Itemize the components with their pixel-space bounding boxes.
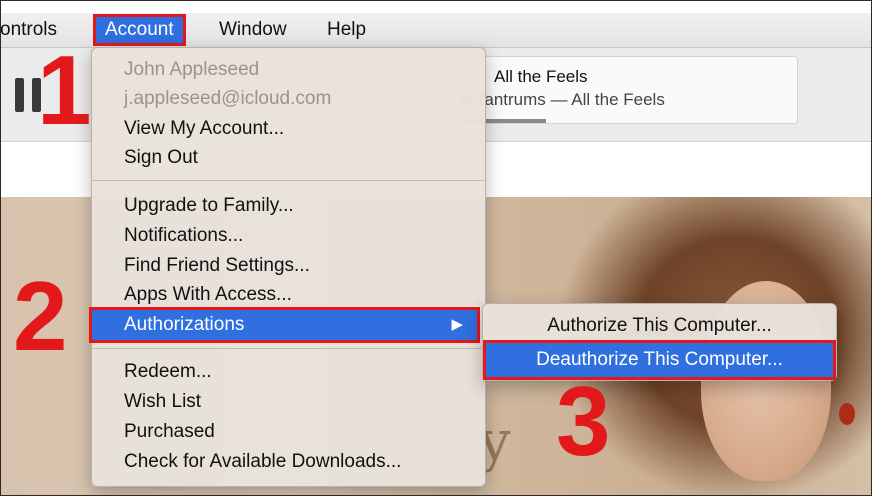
menu-window[interactable]: Window — [210, 17, 296, 43]
menu-item-user-email: j.appleseed@icloud.com — [124, 88, 332, 109]
menu-item-authorize-computer[interactable]: Authorize This Computer... — [483, 309, 836, 343]
menu-item-apps-with-access[interactable]: Apps With Access... — [124, 281, 292, 309]
now-playing-display[interactable]: All the Feels e Tantrums — All the Feels — [461, 56, 798, 124]
menu-item-view-account[interactable]: View My Account... — [124, 115, 284, 143]
menu-help[interactable]: Help — [318, 17, 375, 43]
step-number-1: 1 — [37, 35, 92, 145]
menu-item-authorizations[interactable]: Authorizations ▶ — [89, 307, 480, 343]
menu-item-user-name: John Appleseed — [124, 59, 260, 80]
menu-item-redeem[interactable]: Redeem... — [124, 358, 212, 386]
menu-item-wish-list[interactable]: Wish List — [124, 388, 201, 416]
menu-separator — [92, 180, 485, 181]
menu-item-deauthorize-computer[interactable]: Deauthorize This Computer... — [483, 340, 836, 380]
now-playing-title: All the Feels — [494, 67, 588, 86]
menu-item-sign-out[interactable]: Sign Out — [124, 144, 198, 172]
menu-item-upgrade-family[interactable]: Upgrade to Family... — [124, 192, 294, 220]
menu-separator — [92, 348, 485, 349]
menu-item-check-downloads[interactable]: Check for Available Downloads... — [124, 448, 401, 476]
menu-item-purchased[interactable]: Purchased — [124, 418, 215, 446]
account-dropdown-menu: John Appleseed j.appleseed@icloud.com Vi… — [89, 47, 486, 487]
menu-account[interactable]: Account — [93, 14, 186, 46]
menu-bar: ontrols Account Window Help — [1, 13, 871, 48]
menu-item-notifications[interactable]: Notifications... — [124, 222, 243, 250]
authorizations-submenu: Authorize This Computer... Deauthorize T… — [482, 303, 837, 381]
artwork-earring — [839, 403, 855, 425]
step-number-2: 2 — [13, 261, 68, 371]
menu-item-find-friend-settings[interactable]: Find Friend Settings... — [124, 252, 310, 280]
now-playing-subtitle: e Tantrums — All the Feels — [462, 90, 665, 109]
app-window: y ontrols Account Window Help All the Fe… — [0, 0, 872, 496]
menu-item-authorizations-label: Authorizations — [124, 314, 245, 335]
triangle-right-icon: ▶ — [451, 316, 463, 333]
step-number-3: 3 — [556, 366, 611, 476]
